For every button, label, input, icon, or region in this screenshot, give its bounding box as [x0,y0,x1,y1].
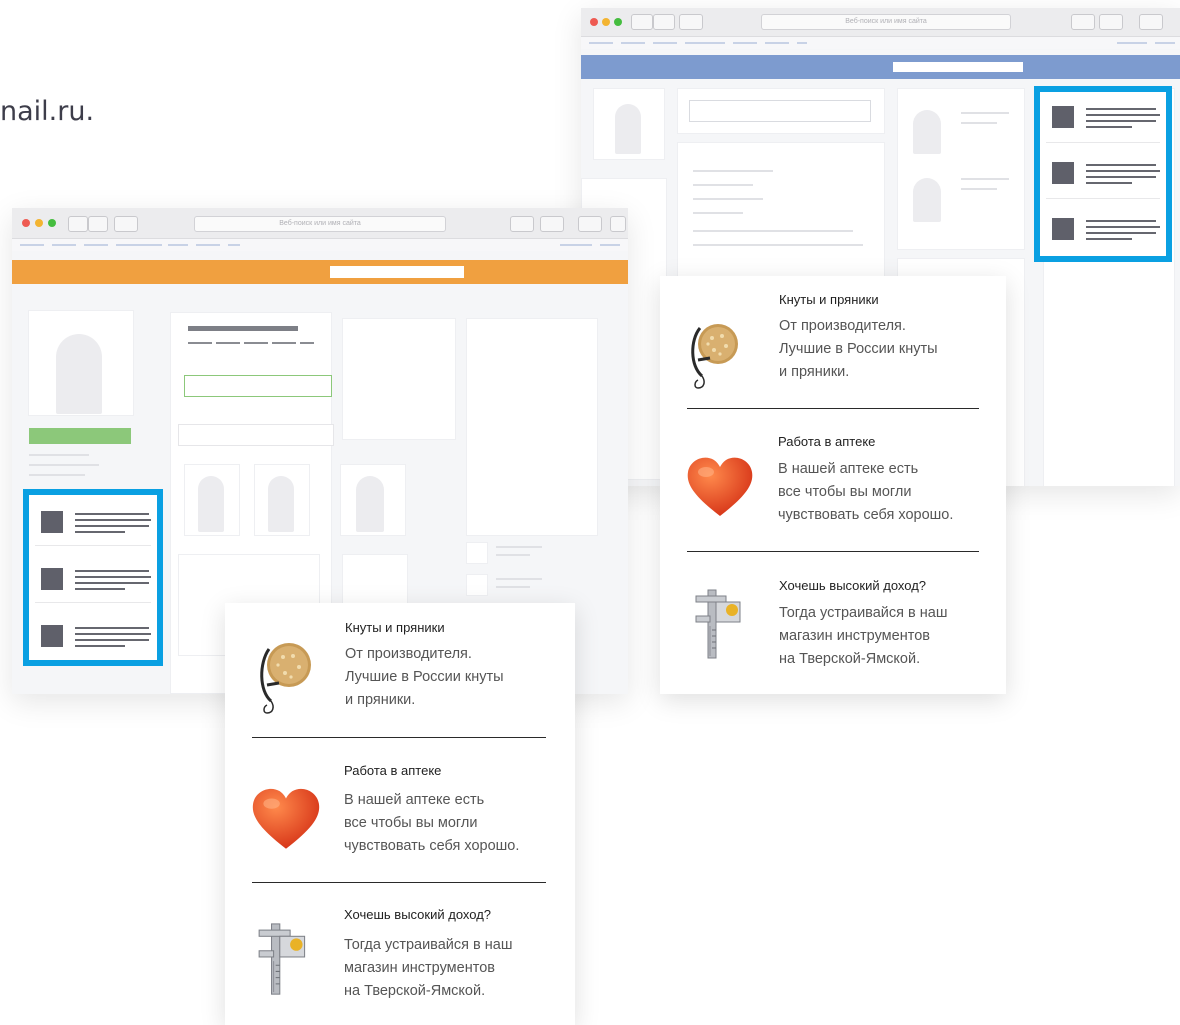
ad-line: В нашей аптеке есть [778,461,919,477]
divider [252,882,546,883]
tabs-button[interactable] [1099,14,1123,30]
ad-item[interactable]: Хочешь высокий доход? Тогда устраивайся … [660,562,1006,692]
ad-title: Хочешь высокий доход? [779,578,927,593]
ad-line: чувствовать себя хорошо. [344,838,520,854]
green-action-bar[interactable] [29,428,131,444]
site-header-banner [581,55,1180,79]
ad-line: Тогда устраивайся в наш [344,937,513,953]
ad-title: Хочешь высокий доход? [344,907,492,922]
ad-item[interactable]: Кнуты и пряники От производителя. Лучшие… [660,276,1006,406]
ad-item[interactable]: Кнуты и пряники От производителя. Лучшие… [225,603,575,733]
ad-title: Кнуты и пряники [345,620,445,635]
ad-title: Кнуты и пряники [779,292,879,307]
ad-line: все чтобы вы могли [778,484,912,500]
ad-item[interactable]: Работа в аптеке В нашей аптеке есть все … [660,418,1006,548]
heart-icon [249,785,323,853]
divider [687,408,979,409]
ad-line: чувствовать себя хорошо. [778,507,954,523]
highlighted-ad-sidebar-left [23,489,163,666]
share-button[interactable] [510,216,534,232]
browser-toolbar: Веб-поиск или имя сайта [12,208,628,239]
ad-line: и пряники. [779,364,850,380]
ad-line: магазин инструментов [344,960,495,976]
ad-line: От производителя. [345,646,472,662]
ad-line: Лучшие в России кнуты [779,341,938,357]
close-dot[interactable] [590,18,598,26]
ad-item[interactable]: Работа в аптеке В нашей аптеке есть все … [225,749,575,879]
bookmarks-bar [12,239,628,251]
heart-icon [684,454,756,520]
caliper-icon [692,586,752,660]
share-button[interactable] [1071,14,1095,30]
sidebar-toggle-button[interactable] [114,216,138,232]
ad-line: В нашей аптеке есть [344,792,485,808]
header-search-bar[interactable] [893,62,1023,72]
address-bar[interactable]: Веб-поиск или имя сайта [194,216,446,232]
forward-button[interactable] [653,14,675,30]
sidebar-toggle-button[interactable] [679,14,703,30]
site-header-banner [12,260,628,284]
ad-line: Лучшие в России кнуты [345,669,504,685]
divider [687,551,979,552]
ad-line: все чтобы вы могли [344,815,478,831]
highlighted-ad-sidebar-right [1034,86,1172,262]
minimize-dot[interactable] [35,219,43,227]
browser-toolbar: Веб-поиск или имя сайта [581,8,1180,37]
tabs-button[interactable] [540,216,564,232]
bookmarks-bar [581,37,1180,49]
gingerbread-whip-icon [686,310,746,390]
back-button[interactable] [631,14,653,30]
ad-line: Тогда устраивайся в наш [779,605,948,621]
ad-card-right: Кнуты и пряники От производителя. Лучшие… [660,276,1006,694]
ad-line: и пряники. [345,692,416,708]
ad-title: Работа в аптеке [778,434,876,449]
forward-button[interactable] [88,216,108,232]
download-button[interactable] [1139,14,1163,30]
address-bar[interactable]: Веб-поиск или имя сайта [761,14,1011,30]
ad-line: на Тверской-Ямской. [344,983,486,999]
ad-card-left: Кнуты и пряники От производителя. Лучшие… [225,603,575,1025]
ad-item[interactable]: Хочешь высокий доход? Тогда устраивайся … [225,893,575,1023]
new-tab-button[interactable] [610,216,626,232]
ad-line: От производителя. [779,318,906,334]
intro-text: nail.ru. [0,96,95,127]
header-search-bar[interactable] [330,266,464,278]
ad-title: Работа в аптеке [344,763,442,778]
maximize-dot[interactable] [48,219,56,227]
divider [252,737,546,738]
close-dot[interactable] [22,219,30,227]
maximize-dot[interactable] [614,18,622,26]
minimize-dot[interactable] [602,18,610,26]
caliper-icon [255,919,317,997]
ad-line: на Тверской-Ямской. [779,651,921,667]
back-button[interactable] [68,216,88,232]
ad-line: магазин инструментов [779,628,930,644]
download-button[interactable] [578,216,602,232]
comment-input[interactable] [184,375,332,397]
gingerbread-whip-icon [255,631,315,715]
